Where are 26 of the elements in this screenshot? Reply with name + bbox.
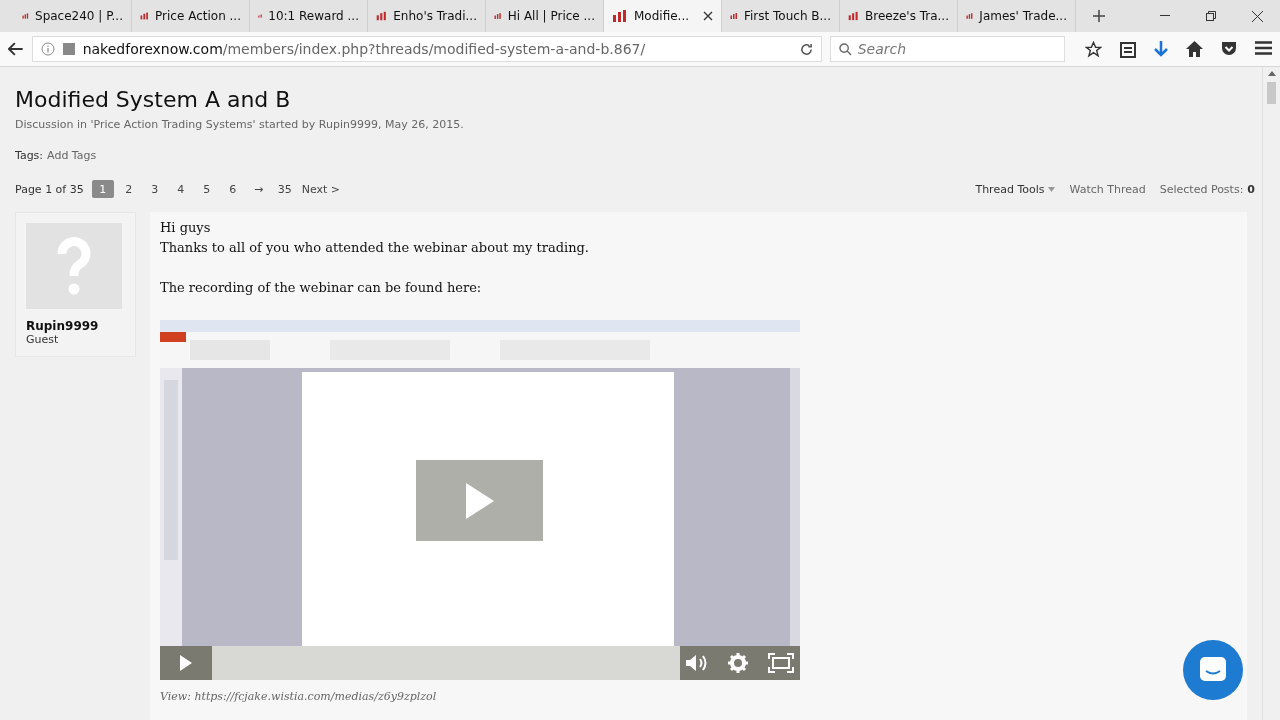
page-link[interactable]: 4 bbox=[169, 180, 192, 198]
page-label: Page 1 of 35 bbox=[15, 182, 84, 196]
author-name[interactable]: Rupin9999 bbox=[26, 319, 125, 333]
add-tags-link[interactable]: Add Tags bbox=[47, 149, 97, 162]
page-link[interactable]: 6 bbox=[221, 180, 244, 198]
page-skip-link[interactable]: → bbox=[247, 180, 270, 198]
thread-title: Modified System A and B bbox=[15, 87, 292, 112]
message-text: Hi guys bbox=[160, 220, 212, 237]
browser-tab[interactable]: Modifie... bbox=[604, 0, 722, 32]
video-link[interactable]: View: https://fcjake.wistia.com/medias/z6y9zplzol bbox=[160, 690, 437, 703]
user-role: Guest bbox=[26, 333, 60, 346]
page-link[interactable]: 2 bbox=[117, 180, 140, 198]
selected-posts-label: Selected Posts: bbox=[1159, 182, 1244, 196]
page-link[interactable]: 5 bbox=[195, 180, 218, 198]
message-text: Thanks to all of you who attended the webinar about my trading. bbox=[160, 240, 590, 257]
thread-meta: Discussion in 'Price Action Trading Systems' started by Rupin9999, May 26, 2015. bbox=[15, 118, 465, 131]
thread-tools-link[interactable]: Thread Tools bbox=[975, 182, 1045, 196]
selected-posts-count: 0 bbox=[1247, 182, 1255, 196]
page-link[interactable]: 3 bbox=[143, 180, 166, 198]
tags-label: Tags: bbox=[15, 149, 44, 162]
next-link[interactable]: Next > bbox=[299, 180, 343, 198]
search-field[interactable]: Search bbox=[829, 36, 1065, 62]
watch-thread-link[interactable]: Watch Thread bbox=[1069, 182, 1146, 196]
message-text: The recording of the webinar can be found here: bbox=[160, 280, 483, 297]
page-link[interactable]: 35 bbox=[273, 180, 296, 198]
address-bar[interactable]: nakedforexnow.com/members/index.php?threads/modified-system-a-and-b.867/ bbox=[31, 36, 822, 62]
